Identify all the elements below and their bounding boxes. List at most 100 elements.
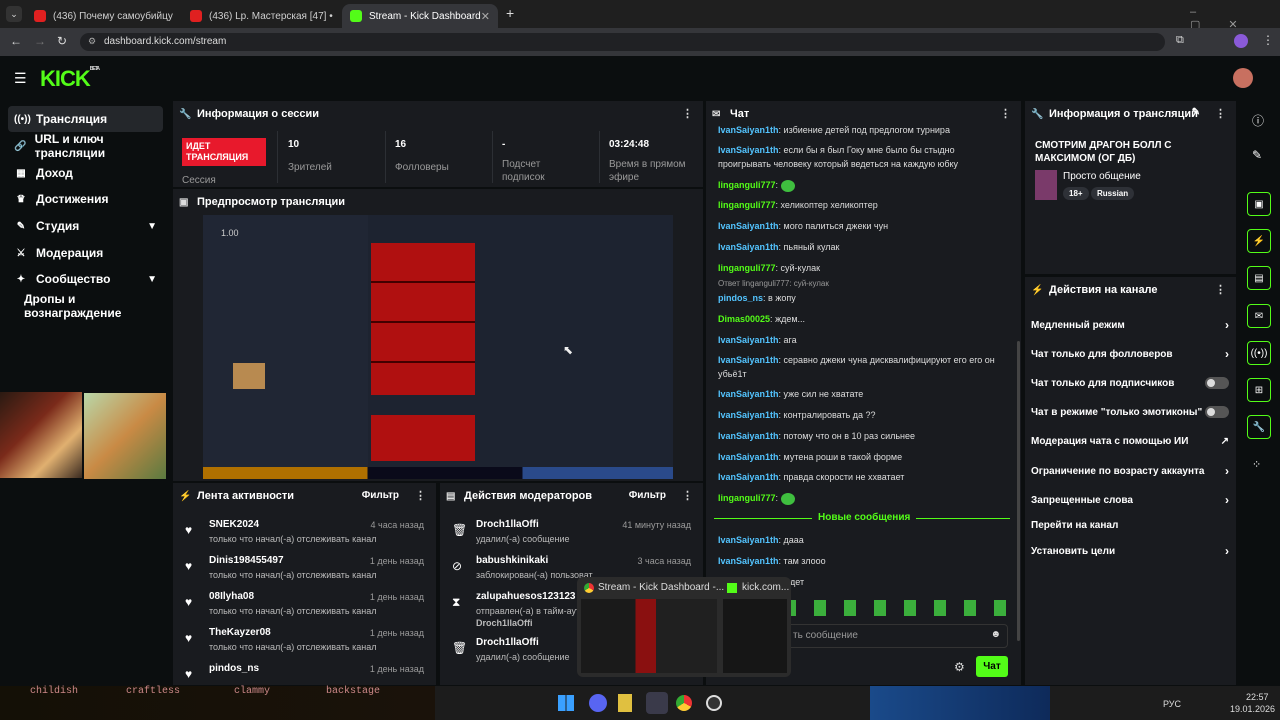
action-go-to-channel[interactable]: Перейти на канал [1031, 515, 1229, 535]
sidebar-item-community[interactable]: ✦ Сообщество ▼ [8, 266, 163, 292]
toggle-switch[interactable] [1205, 406, 1229, 418]
chat-username[interactable]: linganguli777 [718, 263, 776, 273]
chat-input[interactable]: ть сообщение ☻ [786, 624, 1008, 648]
rail-flash-icon[interactable]: ⚡ [1247, 229, 1271, 253]
action-followers-only[interactable]: Чат только для фолловеров › [1031, 344, 1229, 364]
stream-preview-video[interactable]: 1.00 ⬉ [203, 215, 673, 479]
rail-chat-icon[interactable]: ✉ [1247, 304, 1271, 328]
discord-icon[interactable] [589, 694, 607, 712]
obs-icon[interactable] [706, 695, 722, 711]
chat-username[interactable]: IvanSaiyan1th [718, 452, 779, 462]
action-banned-words[interactable]: Запрещенные слова › [1031, 490, 1229, 510]
site-info-icon[interactable]: ⚙ [88, 36, 96, 47]
tab-kick-dashboard[interactable]: Stream - Kick Dashboard ✕ [342, 4, 498, 28]
more-icon[interactable]: ⋮ [415, 489, 426, 502]
sidebar-item-achievements[interactable]: ♛ Достижения [8, 186, 163, 212]
chat-username[interactable]: IvanSaiyan1th [718, 535, 779, 545]
more-icon[interactable]: ⋮ [1215, 107, 1226, 120]
modaction-user[interactable]: babushkinikaki [476, 555, 548, 566]
action-age-restriction[interactable]: Ограничение по возрасту аккаунта › [1031, 461, 1229, 481]
kick-logo[interactable]: KICKBETA [40, 66, 100, 92]
sidebar-item-drops[interactable]: Дропы и вознаграждение [8, 292, 163, 320]
chat-scrollbar[interactable] [1017, 341, 1020, 641]
chat-username[interactable]: linganguli777 [718, 180, 776, 190]
chat-username[interactable]: IvanSaiyan1th [718, 242, 779, 252]
modaction-user[interactable]: zalupahuesos123123 [476, 591, 576, 602]
language-indicator[interactable]: РУС [1163, 699, 1181, 709]
close-icon[interactable]: ✕ [481, 10, 490, 23]
hamburger-icon[interactable]: ☰ [14, 70, 27, 87]
action-emote-only[interactable]: Чат в режиме "только эмотиконы" [1031, 402, 1229, 422]
chat-username[interactable]: IvanSaiyan1th [718, 145, 779, 155]
rail-broadcast-icon[interactable]: ((•)) [1247, 341, 1271, 365]
chrome-icon[interactable] [676, 695, 692, 711]
emote-bar[interactable] [784, 600, 1010, 616]
action-ai-moderation[interactable]: Модерация чата с помощью ИИ ↗ [1031, 431, 1229, 451]
sidebar-item-moderation[interactable]: ⚔ Модерация [8, 240, 163, 266]
chat-username[interactable]: IvanSaiyan1th [718, 125, 779, 135]
rail-preview-icon[interactable]: ▣ [1247, 192, 1271, 216]
layout-dots-icon[interactable]: ⁘ [1252, 458, 1261, 471]
chat-username[interactable]: IvanSaiyan1th [718, 221, 779, 231]
chat-username[interactable]: IvanSaiyan1th [718, 355, 779, 365]
chat-username[interactable]: IvanSaiyan1th [718, 472, 779, 482]
menu-icon[interactable]: ⋮ [1262, 33, 1274, 47]
modaction-user[interactable]: Droch1llaOffi [476, 519, 539, 530]
settings-gear-icon[interactable]: ⚙ [954, 660, 965, 674]
emoji-icon[interactable]: ☻ [990, 629, 1001, 640]
category-name[interactable]: Просто общение [1063, 171, 1141, 182]
more-icon[interactable]: ⋮ [682, 489, 693, 502]
app-icon[interactable] [646, 692, 668, 714]
clock-time[interactable]: 22:57 [1246, 692, 1269, 702]
profile-avatar[interactable] [1234, 34, 1248, 48]
edit-pencil-icon[interactable]: ✎ [1192, 107, 1200, 118]
modaction-moderator[interactable]: Droch1llaOffi [476, 618, 533, 628]
extensions-icon[interactable]: ⧉ [1176, 34, 1184, 47]
chat-username[interactable]: IvanSaiyan1th [718, 556, 779, 566]
chat-username[interactable]: IvanSaiyan1th [718, 389, 779, 399]
rail-wrench-icon[interactable]: 🔧 [1247, 415, 1271, 439]
sidebar-item-url-key[interactable]: 🔗 URL и ключ трансляции [8, 132, 163, 160]
pencil-icon[interactable]: ✎ [1252, 148, 1262, 162]
more-icon[interactable]: ⋮ [1000, 107, 1011, 120]
filter-button[interactable]: Фильтр [629, 490, 666, 501]
chat-username[interactable]: IvanSaiyan1th [718, 431, 779, 441]
tab-youtube-1[interactable]: (436) Почему самоубийцу все ✕ [26, 4, 176, 28]
more-icon[interactable]: ⋮ [682, 107, 693, 120]
reload-icon[interactable]: ↻ [57, 34, 67, 48]
tab-list-button[interactable]: ⌄ [6, 6, 22, 22]
app-icon[interactable] [618, 694, 632, 712]
clock-date[interactable]: 19.01.2026 [1230, 704, 1275, 714]
chat-username[interactable]: linganguli777 [718, 493, 776, 503]
action-slow-mode[interactable]: Медленный режим › [1031, 315, 1229, 335]
back-icon[interactable]: ← [10, 34, 22, 48]
chat-username[interactable]: IvanSaiyan1th [718, 335, 779, 345]
sidebar-item-stream[interactable]: ((•)) Трансляция [8, 106, 163, 132]
taskbar-preview-popup[interactable]: Stream - Kick Dashboard -... kick.com... [577, 577, 791, 677]
activity-user[interactable]: TheKayzer08 [209, 627, 271, 638]
activity-user[interactable]: Dinis198455497 [209, 555, 284, 566]
chat-username[interactable]: Dimas00025 [718, 314, 770, 324]
rail-list-icon[interactable]: ▤ [1247, 266, 1271, 290]
sidebar-item-income[interactable]: ▦ Доход [8, 160, 163, 186]
chat-username[interactable]: pindos_ns [718, 293, 763, 303]
forward-icon[interactable]: → [34, 34, 46, 48]
windows-start-icon[interactable] [558, 695, 574, 711]
user-avatar[interactable] [1233, 68, 1253, 88]
chat-username[interactable]: IvanSaiyan1th [718, 410, 779, 420]
action-subscribers-only[interactable]: Чат только для подписчиков [1031, 373, 1229, 393]
info-icon[interactable]: ⓘ [1252, 112, 1264, 129]
more-icon[interactable]: ⋮ [1215, 283, 1226, 296]
filter-button[interactable]: Фильтр [362, 490, 399, 501]
address-bar[interactable]: ⚙ dashboard.kick.com/stream [80, 33, 1165, 51]
new-tab-button[interactable]: + [506, 5, 514, 21]
chat-send-button[interactable]: Чат [976, 656, 1008, 677]
toggle-switch[interactable] [1205, 377, 1229, 389]
sidebar-item-studio[interactable]: ✎ Студия ▼ [8, 213, 163, 239]
activity-user[interactable]: 08Ilyha08 [209, 591, 254, 602]
rail-session-icon[interactable]: ⊞ [1247, 378, 1271, 402]
chat-username[interactable]: linganguli777 [718, 200, 776, 210]
action-set-goals[interactable]: Установить цели › [1031, 541, 1229, 561]
activity-user[interactable]: pindos_ns [209, 663, 259, 674]
tab-youtube-2[interactable]: (436) Lp. Мастерская [47] • #3· ✕ [182, 4, 334, 28]
